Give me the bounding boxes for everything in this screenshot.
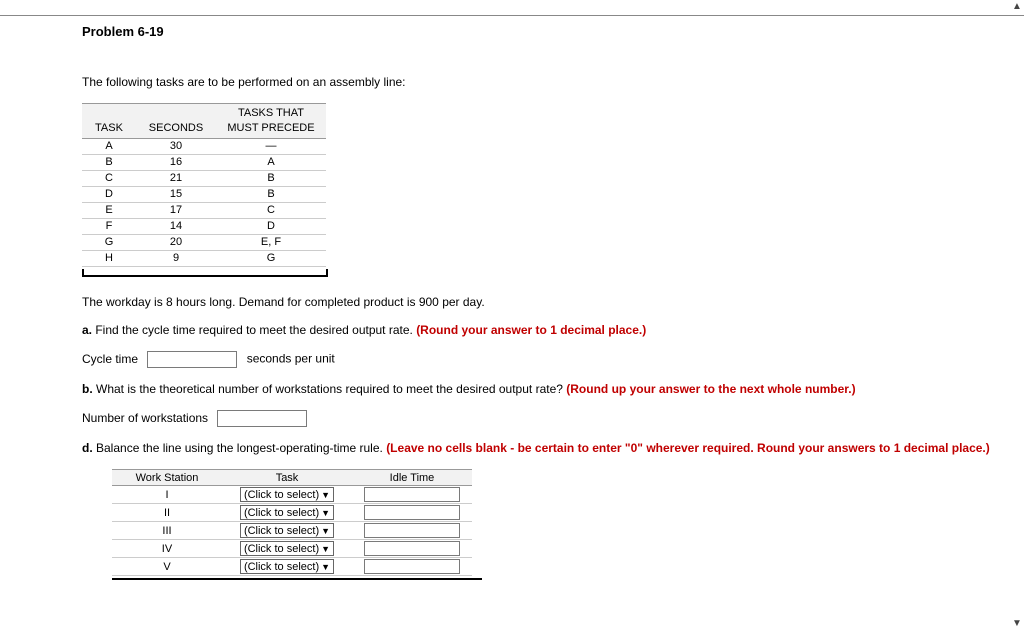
col-header-seconds: SECONDS: [136, 104, 216, 139]
chevron-down-icon: ▼: [321, 490, 330, 500]
cell-task: A: [82, 139, 136, 155]
col-header-workstation: Work Station: [112, 470, 222, 486]
ws-cell: IV: [112, 540, 222, 558]
cell-seconds: 16: [136, 155, 216, 171]
table-row: G20E, F: [82, 235, 326, 251]
part-b-text: What is the theoretical number of workst…: [93, 382, 567, 396]
col-header-precede: TASKS THAT MUST PRECEDE: [216, 104, 326, 139]
idle-time-input[interactable]: [364, 487, 460, 502]
cell-seconds: 21: [136, 171, 216, 187]
idle-time-input[interactable]: [364, 541, 460, 556]
cell-precede: E, F: [216, 235, 326, 251]
cell-seconds: 17: [136, 203, 216, 219]
task-select[interactable]: (Click to select)▼: [240, 505, 334, 520]
part-b-letter: b.: [82, 382, 93, 396]
select-label: (Click to select): [244, 507, 319, 519]
ws-cell: III: [112, 522, 222, 540]
cycle-time-input[interactable]: [147, 351, 237, 368]
part-a-question: a. Find the cycle time required to meet …: [82, 323, 1024, 337]
part-d-question: d. Balance the line using the longest-op…: [82, 441, 1024, 455]
cell-task: E: [82, 203, 136, 219]
chevron-down-icon: ▼: [321, 544, 330, 554]
cycle-time-unit: seconds per unit: [247, 352, 335, 366]
task-select[interactable]: (Click to select)▼: [240, 487, 334, 502]
select-label: (Click to select): [244, 561, 319, 573]
part-a-text: Find the cycle time required to meet the…: [92, 323, 416, 337]
ws-row: IV (Click to select)▼: [112, 540, 472, 558]
workstation-table: Work Station Task Idle Time I (Click to …: [112, 469, 472, 576]
part-b-hint: (Round up your answer to the next whole …: [566, 382, 855, 396]
scroll-down-arrow[interactable]: ▼: [1010, 617, 1024, 631]
ws-cell: V: [112, 558, 222, 576]
table-row: C21B: [82, 171, 326, 187]
workstations-label: Number of workstations: [82, 411, 208, 425]
idle-time-input[interactable]: [364, 523, 460, 538]
cell-precede: B: [216, 171, 326, 187]
table-row: B16A: [82, 155, 326, 171]
idle-time-input[interactable]: [364, 559, 460, 574]
workstations-row: Number of workstations: [82, 410, 1024, 427]
table-bottom-bracket: [82, 271, 328, 277]
idle-time-input[interactable]: [364, 505, 460, 520]
problem-title: Problem 6-19: [82, 24, 1024, 39]
select-label: (Click to select): [244, 543, 319, 555]
cell-precede: B: [216, 187, 326, 203]
cell-precede: C: [216, 203, 326, 219]
task-select[interactable]: (Click to select)▼: [240, 541, 334, 556]
table-row: D15B: [82, 187, 326, 203]
workstations-input[interactable]: [217, 410, 307, 427]
table-row: E17C: [82, 203, 326, 219]
cell-seconds: 30: [136, 139, 216, 155]
ws-row: I (Click to select)▼: [112, 486, 472, 504]
cell-task: C: [82, 171, 136, 187]
cell-task: F: [82, 219, 136, 235]
page-content: Problem 6-19 The following tasks are to …: [0, 16, 1024, 580]
table-row: F14D: [82, 219, 326, 235]
part-a-letter: a.: [82, 323, 92, 337]
workday-text: The workday is 8 hours long. Demand for …: [82, 295, 1024, 309]
chevron-down-icon: ▼: [321, 508, 330, 518]
table-row: H9G: [82, 251, 326, 267]
ws-cell: I: [112, 486, 222, 504]
select-label: (Click to select): [244, 489, 319, 501]
cell-seconds: 20: [136, 235, 216, 251]
cycle-time-label: Cycle time: [82, 352, 138, 366]
tasks-table: TASK SECONDS TASKS THAT MUST PRECEDE A30…: [82, 103, 326, 267]
cell-precede: A: [216, 155, 326, 171]
col-header-task: TASK: [82, 104, 136, 139]
intro-text: The following tasks are to be performed …: [82, 75, 1024, 89]
scroll-up-arrow[interactable]: ▲: [1010, 0, 1024, 14]
ws-row: III (Click to select)▼: [112, 522, 472, 540]
part-b-question: b. What is the theoretical number of wor…: [82, 382, 1024, 396]
part-a-hint: (Round your answer to 1 decimal place.): [416, 323, 646, 337]
cell-precede: —: [216, 139, 326, 155]
cell-task: H: [82, 251, 136, 267]
cell-precede: G: [216, 251, 326, 267]
chevron-down-icon: ▼: [321, 562, 330, 572]
cell-task: G: [82, 235, 136, 251]
ws-table-bottom-bracket: [112, 576, 482, 580]
cell-precede: D: [216, 219, 326, 235]
ws-row: V (Click to select)▼: [112, 558, 472, 576]
task-select[interactable]: (Click to select)▼: [240, 523, 334, 538]
col-header-idle: Idle Time: [352, 470, 472, 486]
part-d-text: Balance the line using the longest-opera…: [93, 441, 387, 455]
part-d-hint: (Leave no cells blank - be certain to en…: [386, 441, 990, 455]
col-header-task2: Task: [222, 470, 352, 486]
cell-seconds: 15: [136, 187, 216, 203]
window-top-border: [0, 0, 1024, 16]
ws-row: II (Click to select)▼: [112, 504, 472, 522]
task-select[interactable]: (Click to select)▼: [240, 559, 334, 574]
cell-seconds: 9: [136, 251, 216, 267]
chevron-down-icon: ▼: [321, 526, 330, 536]
cell-task: D: [82, 187, 136, 203]
part-d-letter: d.: [82, 441, 93, 455]
cell-task: B: [82, 155, 136, 171]
table-row: A30—: [82, 139, 326, 155]
cycle-time-row: Cycle time seconds per unit: [82, 351, 1024, 368]
cell-seconds: 14: [136, 219, 216, 235]
select-label: (Click to select): [244, 525, 319, 537]
ws-cell: II: [112, 504, 222, 522]
